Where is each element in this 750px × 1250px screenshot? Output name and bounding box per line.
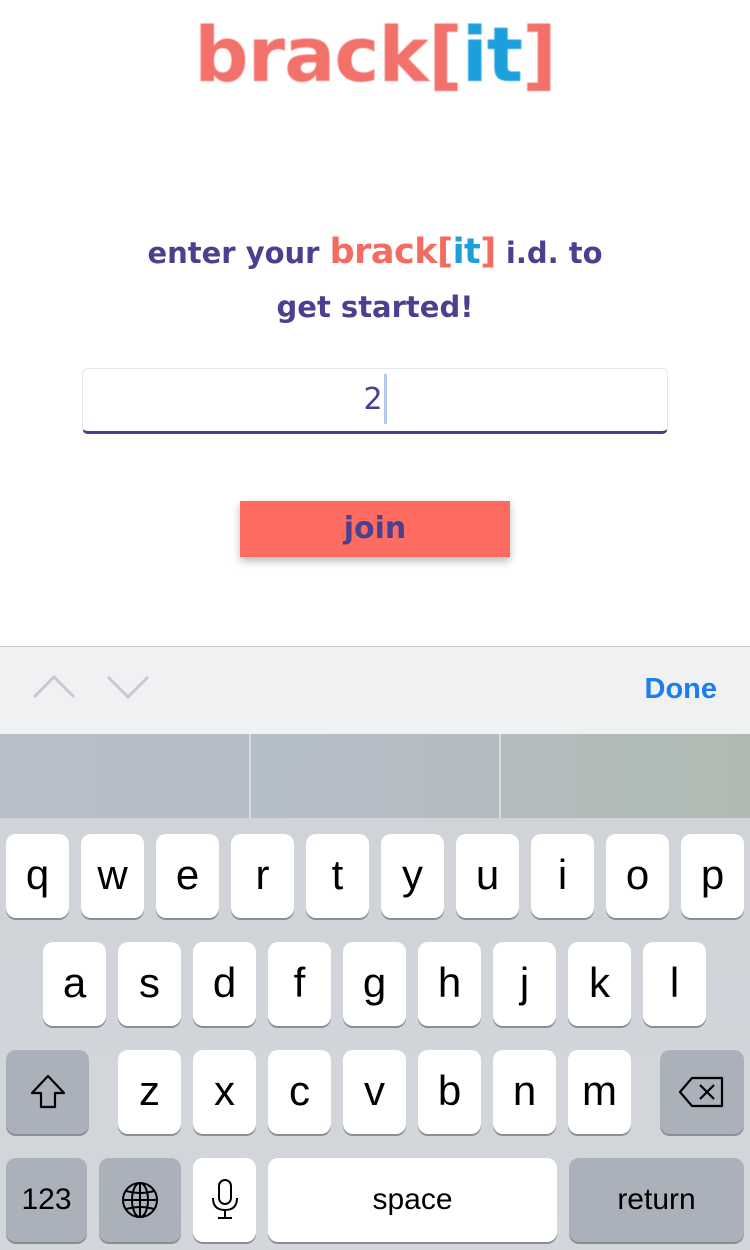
key-q[interactable]: q: [6, 834, 69, 918]
globe-icon: [122, 1182, 158, 1218]
space-key[interactable]: space: [268, 1158, 557, 1242]
prompt-text-end: i.d. to: [505, 236, 603, 270]
chevron-up-icon[interactable]: [32, 671, 76, 711]
key-s[interactable]: s: [118, 942, 181, 1026]
key-j[interactable]: j: [493, 942, 556, 1026]
key-e[interactable]: e: [156, 834, 219, 918]
key-v[interactable]: v: [343, 1050, 406, 1134]
key-y[interactable]: y: [381, 834, 444, 918]
key-a[interactable]: a: [43, 942, 106, 1026]
suggestion-slot[interactable]: [501, 734, 750, 818]
key-o[interactable]: o: [606, 834, 669, 918]
join-prompt: enter your brack[it] i.d. to get started…: [0, 225, 750, 334]
prompt-line-2: get started!: [276, 290, 474, 324]
delete-key[interactable]: [660, 1050, 744, 1134]
shift-key[interactable]: [6, 1050, 89, 1134]
suggestion-bar: [0, 734, 750, 818]
key-k[interactable]: k: [568, 942, 631, 1026]
key-r[interactable]: r: [231, 834, 294, 918]
key-d[interactable]: d: [193, 942, 256, 1026]
return-key[interactable]: return: [569, 1158, 744, 1242]
key-n[interactable]: n: [493, 1050, 556, 1134]
key-f[interactable]: f: [268, 942, 331, 1026]
key-t[interactable]: t: [306, 834, 369, 918]
prompt-brand: brack[it]: [329, 232, 497, 272]
key-i[interactable]: i: [531, 834, 594, 918]
key-l[interactable]: l: [643, 942, 706, 1026]
microphone-icon: [211, 1179, 238, 1219]
globe-key[interactable]: [99, 1158, 181, 1242]
key-w[interactable]: w: [81, 834, 144, 918]
key-u[interactable]: u: [456, 834, 519, 918]
join-button[interactable]: join: [240, 501, 510, 557]
text-caret: [383, 373, 387, 424]
brackit-logo: brack[it]: [194, 10, 557, 99]
delete-icon: [678, 1076, 724, 1108]
keyboard: qwertyuiop asdfghjkl zxcvbnm 123 space r…: [0, 734, 750, 1250]
id-input-value: 2: [363, 382, 383, 417]
app-screen: brack[it] enter your brack[it] i.d. to g…: [0, 0, 750, 646]
shift-icon: [30, 1074, 65, 1109]
key-b[interactable]: b: [418, 1050, 481, 1134]
suggestion-slot[interactable]: [0, 734, 251, 818]
prompt-text-start: enter your: [147, 236, 320, 270]
key-z[interactable]: z: [118, 1050, 181, 1134]
keyboard-toolbar: Done: [0, 646, 750, 734]
numbers-key[interactable]: 123: [6, 1158, 87, 1242]
suggestion-slot[interactable]: [251, 734, 502, 818]
key-c[interactable]: c: [268, 1050, 331, 1134]
key-p[interactable]: p: [681, 834, 744, 918]
key-g[interactable]: g: [343, 942, 406, 1026]
done-button[interactable]: Done: [645, 673, 718, 706]
key-x[interactable]: x: [193, 1050, 256, 1134]
key-m[interactable]: m: [568, 1050, 631, 1134]
microphone-key[interactable]: [193, 1158, 256, 1242]
id-input[interactable]: 2: [82, 368, 668, 434]
chevron-down-icon[interactable]: [106, 671, 150, 711]
key-h[interactable]: h: [418, 942, 481, 1026]
